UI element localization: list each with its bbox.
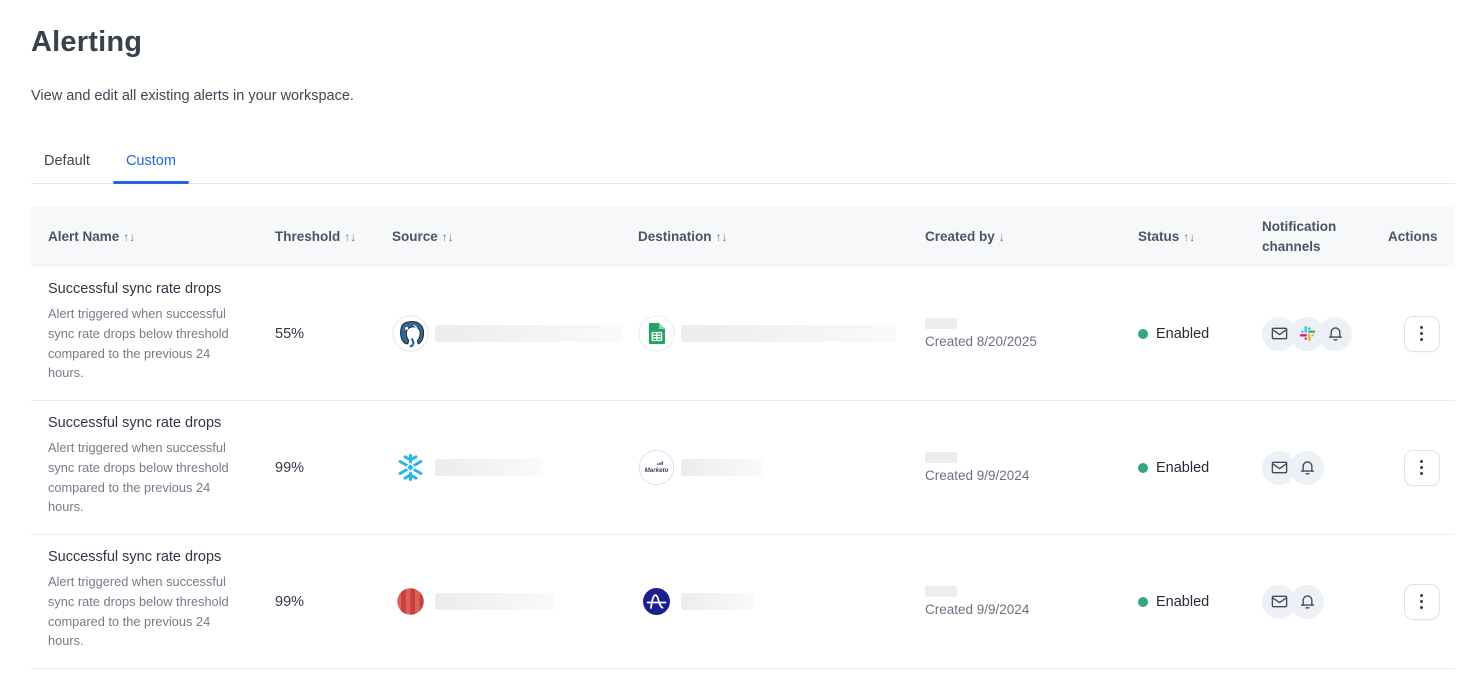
status-badge: Enabled [1156,594,1209,610]
actions-cell [1388,316,1455,352]
google-sheets-icon [638,315,675,352]
status-enabled-dot [1138,463,1148,473]
sort-icon[interactable]: ↑↓ [442,230,454,244]
tab-custom[interactable]: Custom [113,153,189,183]
status-badge: Enabled [1156,326,1209,342]
destination-name-redacted [681,459,763,476]
column-header-status[interactable]: Status ↑↓ [1138,227,1262,247]
status-cell: Enabled [1138,460,1262,476]
status-badge: Enabled [1156,460,1209,476]
alert-description: Alert triggered when successful sync rat… [48,572,236,651]
column-label: Notification channels [1262,219,1336,254]
created-date: Created 8/20/2025 [925,334,1037,349]
destination-cell [638,315,925,352]
alert-name-cell[interactable]: Successful sync rate drops Alert trigger… [31,267,275,383]
source-name-redacted [435,593,555,610]
column-label: Source [392,229,438,244]
table-row: Successful sync rate drops Alert trigger… [31,401,1455,535]
creator-name-redacted [925,452,957,463]
status-cell: Enabled [1138,594,1262,610]
column-label: Status [1138,229,1179,244]
threshold-value: 55% [275,326,392,342]
tab-default[interactable]: Default [31,153,103,183]
bell-channel-icon [1290,585,1324,619]
created-by-cell: Created 9/9/2024 [925,586,1138,617]
destination-cell [638,583,925,620]
row-actions-menu-button[interactable] [1404,316,1440,352]
status-enabled-dot [1138,597,1148,607]
alerting-page: Alerting View and edit all existing aler… [0,0,1482,669]
source-cell [392,449,638,486]
row-actions-menu-button[interactable] [1404,584,1440,620]
source-cell [392,583,638,620]
actions-cell [1388,584,1455,620]
bell-channel-icon [1290,451,1324,485]
sort-icon[interactable]: ↑↓ [1183,230,1195,244]
destination-name-redacted [681,593,754,610]
alert-description: Alert triggered when successful sync rat… [48,438,236,517]
destination-cell: Marketo [638,449,925,486]
source-name-redacted [435,459,543,476]
status-cell: Enabled [1138,326,1262,342]
status-enabled-dot [1138,329,1148,339]
created-by-cell: Created 9/9/2024 [925,452,1138,483]
source-cell [392,315,638,352]
sort-desc-icon[interactable]: ↓ [999,230,1005,244]
column-header-created-by[interactable]: Created by ↓ [925,227,1138,247]
alert-title[interactable]: Successful sync rate drops [48,281,255,297]
redshift-icon [392,583,429,620]
column-header-source[interactable]: Source ↑↓ [392,227,638,247]
column-header-alert-name[interactable]: Alert Name ↑↓ [31,227,275,247]
sort-icon[interactable]: ↑↓ [716,230,728,244]
column-label: Threshold [275,229,340,244]
alert-description: Alert triggered when successful sync rat… [48,304,236,383]
creator-name-redacted [925,318,957,329]
column-label: Created by [925,229,995,244]
notification-channels-cell [1262,451,1388,485]
created-by-cell: Created 8/20/2025 [925,318,1138,349]
actions-cell [1388,450,1455,486]
created-date: Created 9/9/2024 [925,602,1029,617]
postgresql-icon [392,315,429,352]
alert-name-cell[interactable]: Successful sync rate drops Alert trigger… [31,401,275,517]
alert-title[interactable]: Successful sync rate drops [48,549,255,565]
column-header-destination[interactable]: Destination ↑↓ [638,227,925,247]
created-date: Created 9/9/2024 [925,468,1029,483]
table-row: Successful sync rate drops Alert trigger… [31,535,1455,669]
amplitude-icon [638,583,675,620]
sort-icon[interactable]: ↑↓ [123,230,135,244]
sort-icon[interactable]: ↑↓ [344,230,356,244]
page-subtitle: View and edit all existing alerts in you… [31,88,1455,104]
tab-bar: Default Custom [31,153,1455,184]
column-label: Actions [1388,229,1438,244]
notification-channels-cell [1262,585,1388,619]
alert-title[interactable]: Successful sync rate drops [48,415,255,431]
destination-name-redacted [681,325,896,342]
row-actions-menu-button[interactable] [1404,450,1440,486]
alert-name-cell[interactable]: Successful sync rate drops Alert trigger… [31,535,275,651]
column-header-actions: Actions [1388,227,1455,247]
page-title: Alerting [31,26,1455,59]
column-label: Alert Name [48,229,119,244]
column-label: Destination [638,229,712,244]
table-row: Successful sync rate drops Alert trigger… [31,267,1455,401]
snowflake-icon [392,449,429,486]
threshold-value: 99% [275,594,392,610]
column-header-threshold[interactable]: Threshold ↑↓ [275,227,392,247]
bell-channel-icon [1318,317,1352,351]
source-name-redacted [435,325,623,342]
creator-name-redacted [925,586,957,597]
table-header-row: Alert Name ↑↓ Threshold ↑↓ Source ↑↓ Destin… [31,207,1455,267]
column-header-notification-channels: Notification channels [1262,217,1388,256]
notification-channels-cell [1262,317,1388,351]
threshold-value: 99% [275,460,392,476]
marketo-icon: Marketo [638,449,675,486]
alerts-table: Alert Name ↑↓ Threshold ↑↓ Source ↑↓ Destin… [31,207,1455,669]
marketo-wordmark: Marketo [645,467,669,474]
